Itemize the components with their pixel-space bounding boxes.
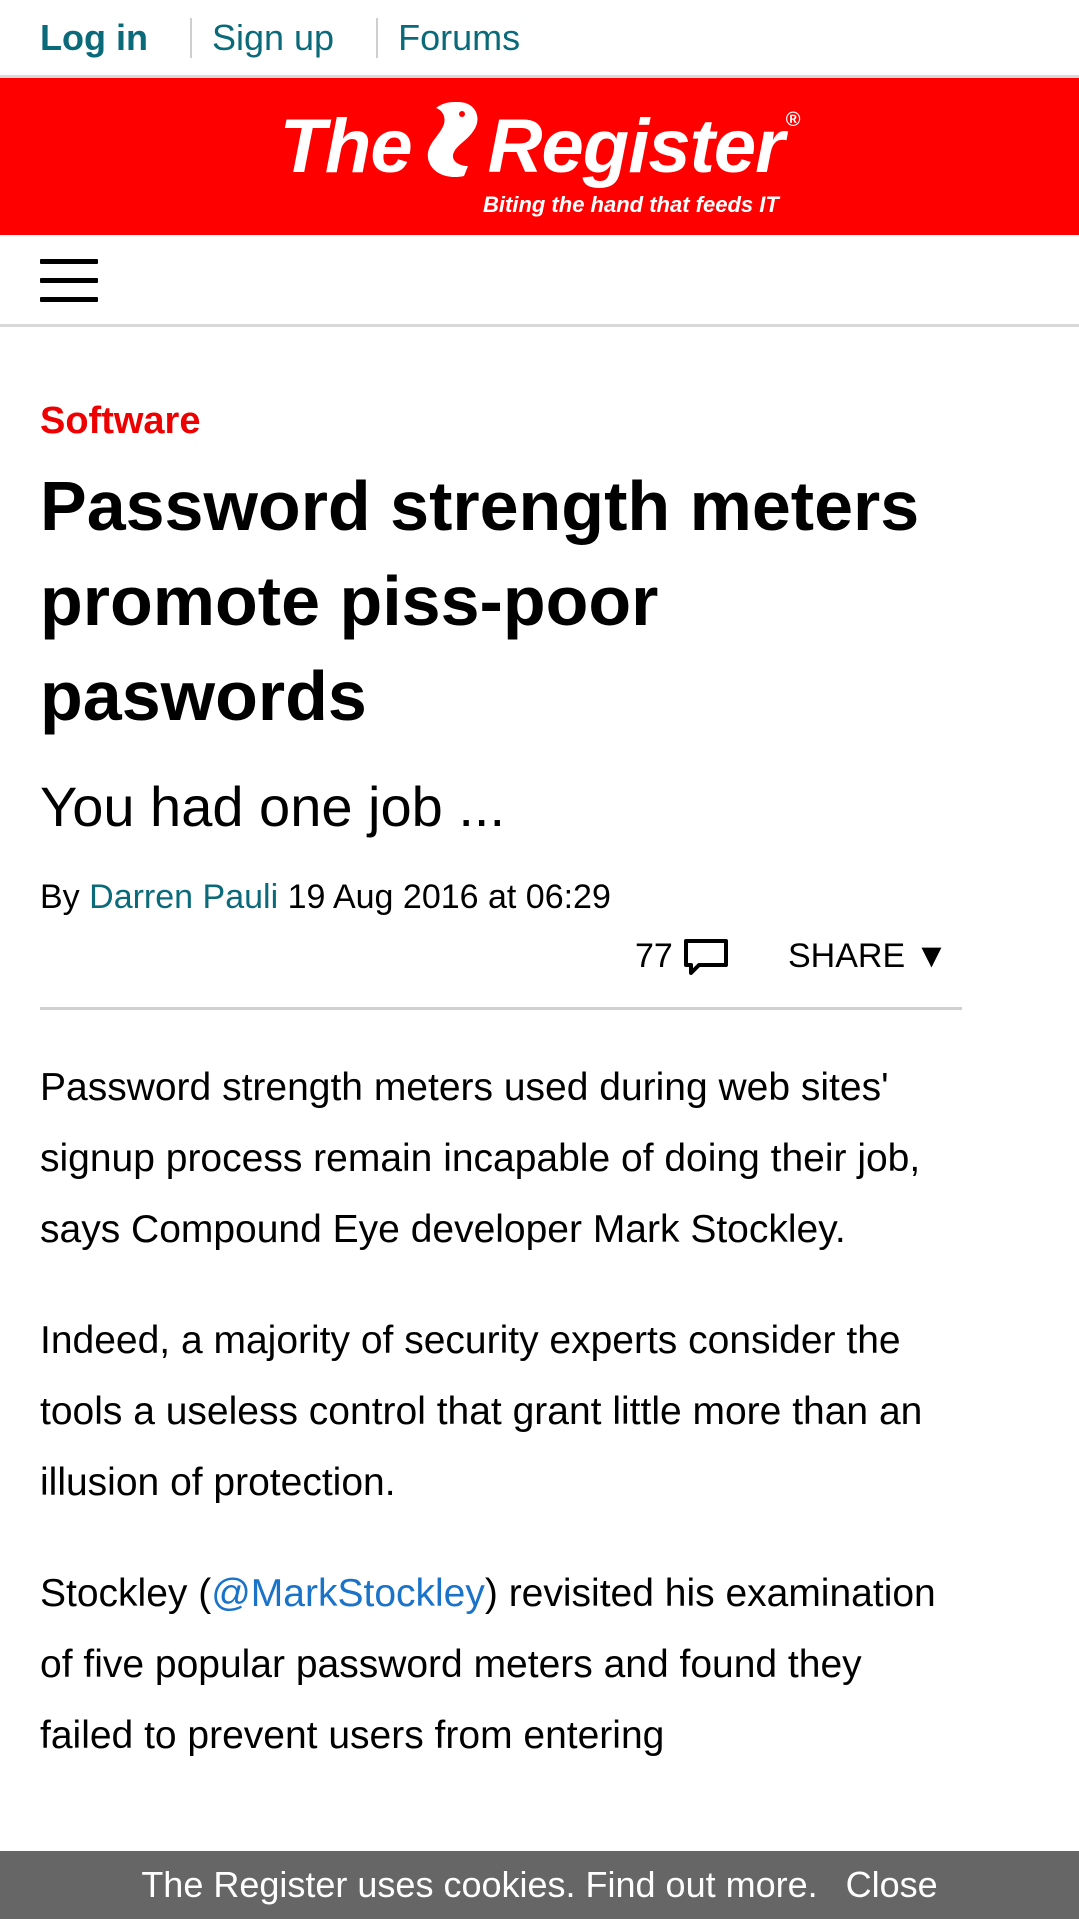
comment-bubble-icon [683,938,728,975]
forums-link[interactable]: Forums [398,17,520,59]
article-standfirst: You had one job ... [40,775,506,838]
article: Software Password strength meters promot… [40,400,962,1771]
paragraph: Indeed, a majority of security experts c… [40,1319,923,1504]
article-actions: 77 SHARE ▼ [40,937,962,1010]
logo-text-register: Register [487,104,785,189]
nav-divider [376,17,379,58]
signup-link[interactable]: Sign up [212,17,334,59]
byline-label: By [40,878,80,916]
article-title: Password strength meters promote piss-po… [40,467,920,735]
site-tagline: Biting the hand that feeds IT [483,192,779,217]
cookie-banner: The Register uses cookies. Find out more… [0,1851,1079,1919]
hamburger-menu-icon[interactable] [40,259,98,307]
byline: By Darren Pauli 19 Aug 2016 at 06:29 [40,878,962,917]
login-link[interactable]: Log in [40,17,148,59]
section-link[interactable]: Software [40,400,962,443]
cookie-notice-link[interactable]: The Register uses cookies. Find out more… [141,1864,817,1906]
masthead-banner[interactable]: The Register ® Biting the hand that feeds … [0,78,1079,235]
share-button[interactable]: SHARE ▼ [788,937,948,976]
registered-mark: ® [785,109,801,131]
nav-divider [189,17,192,58]
publish-date: 19 Aug 2016 at 06:29 [287,878,611,916]
author-link[interactable]: Darren Pauli [89,878,278,916]
paragraph: Password strength meters used during web… [40,1066,921,1251]
paragraph-text: Stockley ( [40,1572,212,1615]
top-nav: Log in Sign up Forums [0,0,1079,78]
paragraph: Stockley (@MarkStockley) revisited his e… [40,1558,962,1771]
menu-bar [0,235,1079,327]
site-logo[interactable]: The Register ® [0,100,1079,204]
twitter-handle-link[interactable]: @MarkStockley [211,1572,485,1615]
cookie-close-button[interactable]: Close [846,1864,938,1906]
comments-button[interactable]: 77 [635,937,729,976]
article-body: Password strength meters used during web… [40,1052,962,1771]
logo-text-the: The [279,104,413,189]
vulture-logo-icon [418,100,482,204]
comment-count: 77 [635,937,673,975]
